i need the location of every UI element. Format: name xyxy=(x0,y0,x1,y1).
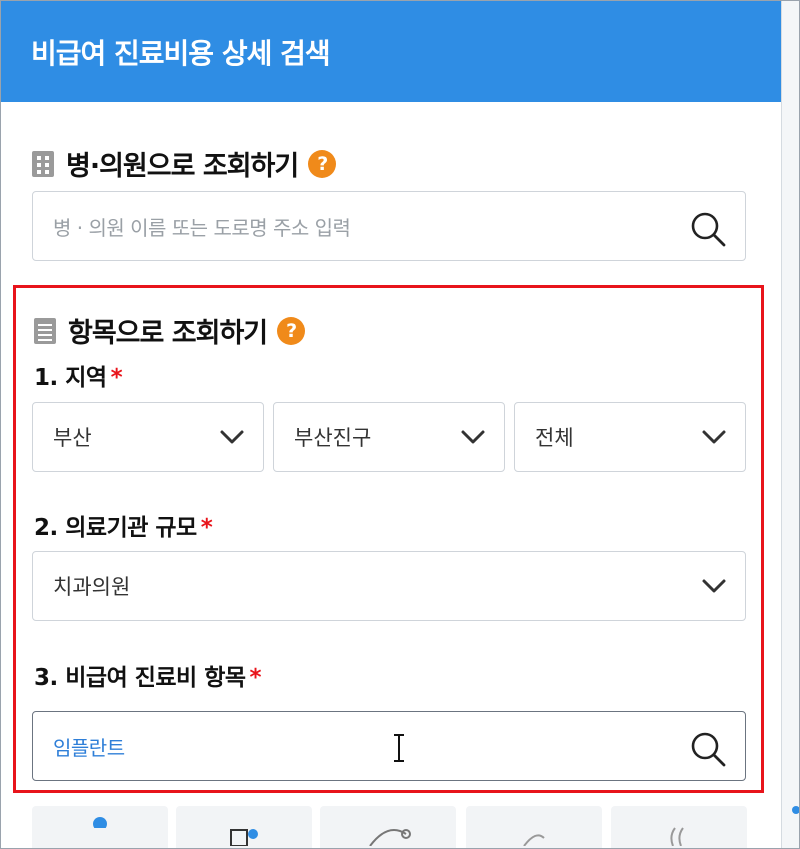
category-tile[interactable] xyxy=(611,806,747,849)
list-icon xyxy=(34,317,56,344)
hospital-search-input[interactable]: 병 · 의원 이름 또는 도로명 주소 입력 xyxy=(32,191,746,261)
item-label: 3. 비급여 진료비 항목 * xyxy=(34,658,262,692)
search-icon[interactable] xyxy=(689,210,727,248)
chevron-down-icon xyxy=(461,430,485,444)
province-value: 부산 xyxy=(53,426,92,450)
hospital-search-heading: 병·의원으로 조회하기 ? xyxy=(32,144,337,183)
page-title: 비급여 진료비용 상세 검색 xyxy=(31,36,331,70)
text-cursor-icon xyxy=(394,734,404,762)
required-mark: * xyxy=(200,515,213,541)
tool-icon xyxy=(523,834,545,846)
district-select[interactable]: 부산진구 xyxy=(273,402,505,472)
category-tile[interactable] xyxy=(320,806,456,849)
dong-value: 전체 xyxy=(535,426,574,450)
help-icon[interactable]: ? xyxy=(308,149,337,178)
chevron-down-icon xyxy=(702,430,726,444)
institution-scale-select[interactable]: 치과의원 xyxy=(32,551,746,621)
region-label: 1. 지역 * xyxy=(34,358,123,392)
category-tile[interactable] xyxy=(32,806,168,849)
category-dot-icon xyxy=(93,817,107,828)
help-icon[interactable]: ? xyxy=(277,316,306,345)
instrument-icon xyxy=(369,829,411,846)
item-search-value: 임플란트 xyxy=(53,735,125,760)
district-value: 부산진구 xyxy=(294,426,372,450)
scrollbar[interactable] xyxy=(781,0,800,849)
scroll-indicator-dot xyxy=(792,806,800,814)
document-icon xyxy=(230,829,258,846)
scale-label-text: 2. 의료기관 규모 xyxy=(34,515,197,541)
hospital-search-title: 병·의원으로 조회하기 xyxy=(66,151,299,182)
dong-select[interactable]: 전체 xyxy=(514,402,746,472)
item-label-text: 3. 비급여 진료비 항목 xyxy=(34,665,246,691)
chevron-down-icon xyxy=(220,430,244,444)
item-search-input[interactable]: 임플란트 xyxy=(32,711,746,781)
scale-label: 2. 의료기관 규모 * xyxy=(34,508,213,542)
search-icon[interactable] xyxy=(689,730,727,768)
chevron-down-icon xyxy=(702,579,726,593)
hospital-search-placeholder: 병 · 의원 이름 또는 도로명 주소 입력 xyxy=(53,215,351,240)
category-tile[interactable] xyxy=(466,806,602,849)
panel-header: 비급여 진료비용 상세 검색 xyxy=(1,1,781,102)
building-icon xyxy=(32,150,54,177)
region-label-text: 1. 지역 xyxy=(34,365,107,391)
category-tile[interactable] xyxy=(176,806,312,849)
item-search-heading: 항목으로 조회하기 ? xyxy=(34,311,306,350)
item-search-title: 항목으로 조회하기 xyxy=(68,318,268,349)
province-select[interactable]: 부산 xyxy=(32,402,264,472)
required-mark: * xyxy=(110,365,123,391)
required-mark: * xyxy=(249,665,262,691)
scale-value: 치과의원 xyxy=(53,575,131,599)
steam-icon xyxy=(670,827,684,846)
